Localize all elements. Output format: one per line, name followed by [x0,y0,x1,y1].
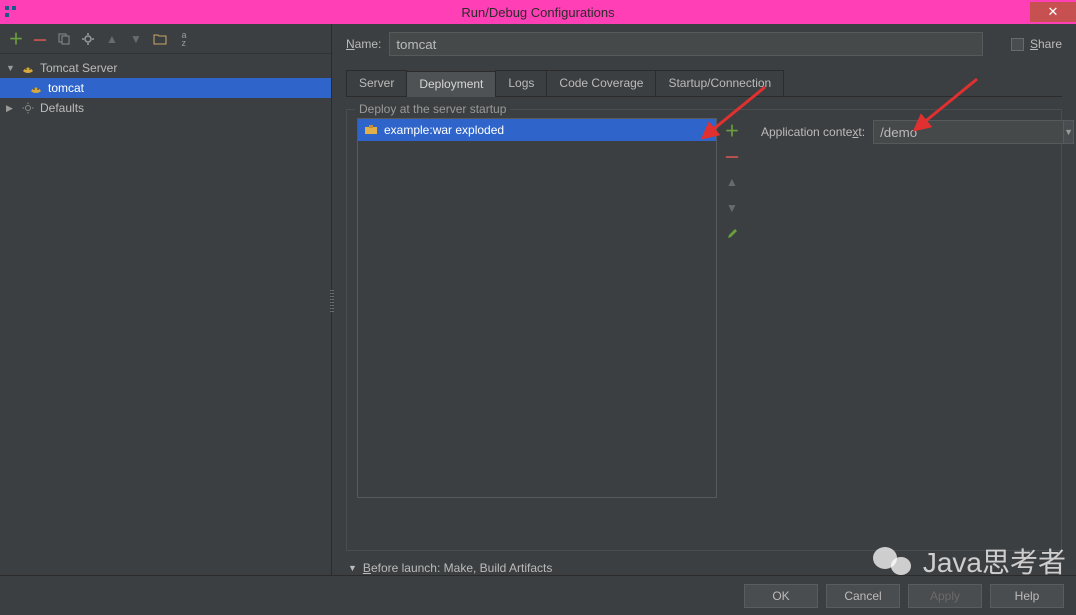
gear-icon [20,102,36,114]
tree-item-tomcat-server[interactable]: ▼ Tomcat Server [0,58,331,78]
tomcat-icon [28,82,44,94]
deploy-remove-button[interactable]: － [724,148,740,164]
app-context-input[interactable] [873,120,1064,144]
apply-button[interactable]: Apply [908,584,982,608]
deploy-item-label: example:war exploded [384,123,504,137]
before-launch-section[interactable]: ▼ Before launch: Make, Build Artifacts [346,561,1062,575]
cancel-button[interactable]: Cancel [826,584,900,608]
tomcat-icon [20,62,36,74]
deploy-legend: Deploy at the server startup [355,102,510,116]
close-button[interactable]: ✕ [1030,2,1076,22]
settings-button[interactable] [80,31,96,47]
tree-label: Tomcat Server [40,61,117,75]
artifact-icon [364,123,378,138]
copy-config-button[interactable] [56,31,72,47]
before-launch-label: Before launch: Make, Build Artifacts [363,561,552,575]
deploy-up-button[interactable]: ▲ [724,174,740,190]
sidebar-toolbar: ＋ － ▲ ▼ az [0,24,331,54]
tab-logs[interactable]: Logs [495,70,547,96]
tree-item-defaults[interactable]: ▶ Defaults [0,98,331,118]
sidebar: ＋ － ▲ ▼ az ▼ Tomcat Server [0,24,332,575]
expand-caret-icon: ▼ [348,563,357,573]
expand-caret-icon: ▼ [6,63,16,73]
app-context-combo[interactable]: ▼ [873,120,1025,144]
app-context-label: Application context: [761,125,865,139]
chevron-down-icon[interactable]: ▼ [1064,120,1074,144]
sort-button[interactable]: az [176,31,192,47]
deploy-buttons: ＋ － ▲ ▼ [717,118,741,540]
name-label: Name: [346,37,381,51]
deploy-edit-button[interactable] [724,226,740,242]
app-icon [0,1,22,23]
config-tree: ▼ Tomcat Server tomcat ▶ Defaults [0,54,331,575]
main-panel: Name: Share Server Deployment Logs Code … [332,24,1076,575]
deploy-list[interactable]: example:war exploded [357,118,717,498]
share-label: Share [1030,37,1062,51]
deploy-fieldset: Deploy at the server startup example:war… [346,109,1062,551]
add-config-button[interactable]: ＋ [8,31,24,47]
name-input[interactable] [389,32,983,56]
tab-deployment[interactable]: Deployment [406,71,496,97]
dialog-footer: OK Cancel Apply Help [0,575,1076,615]
window-title: Run/Debug Configurations [461,5,614,20]
splitter-handle[interactable] [330,290,334,312]
tree-label: Defaults [40,101,84,115]
deploy-add-button[interactable]: ＋ [724,122,740,138]
deploy-down-button[interactable]: ▼ [724,200,740,216]
tree-label: tomcat [48,81,84,95]
move-down-button[interactable]: ▼ [128,31,144,47]
tree-item-tomcat[interactable]: tomcat [0,78,331,98]
ok-button[interactable]: OK [744,584,818,608]
tab-startup-connection[interactable]: Startup/Connection [655,70,784,96]
help-button[interactable]: Help [990,584,1064,608]
deploy-item[interactable]: example:war exploded [358,119,716,141]
tab-server[interactable]: Server [346,70,407,96]
move-up-button[interactable]: ▲ [104,31,120,47]
expand-caret-icon: ▶ [6,103,16,114]
remove-config-button[interactable]: － [32,31,48,47]
share-checkbox[interactable] [1011,38,1024,51]
folder-button[interactable] [152,31,168,47]
tab-code-coverage[interactable]: Code Coverage [546,70,656,96]
title-bar: Run/Debug Configurations ✕ [0,0,1076,24]
tabs: Server Deployment Logs Code Coverage Sta… [346,70,1062,97]
